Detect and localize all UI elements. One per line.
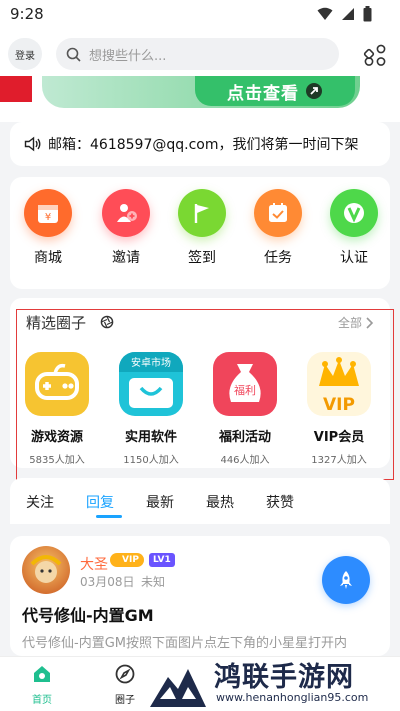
status-bar: 9:28 [0,0,400,30]
shortcut-checkin[interactable]: 签到 [172,189,232,267]
wifi-icon [317,7,333,20]
highlight-annotation-box [16,309,394,480]
home-icon [34,666,50,682]
author-name[interactable]: 大圣 [80,554,108,574]
tab-following[interactable]: 关注 [26,492,54,512]
shortcut-label: 商城 [34,250,62,266]
shortcut-label: 邀请 [112,250,140,266]
shortcut-verify[interactable]: 认证 [324,189,384,267]
shortcut-store[interactable]: ¥ 商城 [18,189,78,267]
search-placeholder: 想搜些什么... [89,48,167,64]
apps-icon[interactable] [362,42,388,68]
nav-circles[interactable]: 圈子 [105,663,145,706]
rocket-icon [340,571,352,589]
promo-banner[interactable]: 点击查看 [0,76,400,122]
status-time: 9:28 [10,5,44,23]
store-icon: ¥ [24,189,72,237]
site-watermark: 鸿联手游网 www.henanhonglian95.com [148,651,400,711]
verify-icon [330,189,378,237]
nav-label: 首页 [32,695,52,706]
banner-cta[interactable]: 点击查看 [195,76,355,106]
active-tab-indicator [96,515,122,518]
search-header: 登录 想搜些什么... [0,30,400,76]
search-input[interactable]: 想搜些什么... [56,38,339,70]
search-icon [66,47,81,62]
shortcut-label: 任务 [264,250,292,266]
signal-icon [342,8,354,20]
post-location: 未知 [141,575,166,589]
invite-icon [102,189,150,237]
post-excerpt: 代号修仙-内置GM按照下面图片点左下角的小星星打开内 [22,636,347,651]
post-title[interactable]: 代号修仙-内置GM [22,602,154,626]
battery-icon [363,6,372,22]
flag-icon [178,189,226,237]
svg-text:¥: ¥ [45,212,51,223]
arrow-right-icon [306,83,322,99]
tab-liked[interactable]: 获赞 [266,492,294,512]
watermark-url: www.henanhonglian95.com [216,691,369,704]
banner-text: 点击查看 [227,83,299,104]
tab-hottest[interactable]: 最热 [206,492,234,512]
login-button[interactable]: 登录 [8,38,42,70]
speaker-icon [24,136,41,152]
notice-text: 邮箱：4618597@qq.com，我们将第一时间下架 [48,137,359,153]
notice-bar[interactable]: 邮箱：4618597@qq.com，我们将第一时间下架 [10,122,390,166]
banner-side-image [0,76,32,102]
shortcut-tasks[interactable]: 任务 [248,189,308,267]
feed-tabs: 关注 回复 最新 最热 获赞 [10,478,390,524]
watermark-logo-icon [150,669,206,707]
nav-home[interactable]: 首页 [22,663,62,706]
shortcut-label: 认证 [340,250,368,266]
level-badge: LV1 [149,553,175,567]
shortcut-grid: ¥ 商城 邀请 签到 任务 认证 [10,177,390,289]
tab-replies[interactable]: 回复 [86,492,114,512]
post-date: 03月08日 [80,575,135,589]
shortcut-label: 签到 [188,250,216,266]
rocket-button[interactable] [322,556,370,604]
watermark-title: 鸿联手游网 [214,662,354,693]
tab-latest[interactable]: 最新 [146,492,174,512]
status-icons [317,6,372,22]
nav-label: 圈子 [115,695,135,706]
post-card[interactable]: 大圣 VIP LV1 03月08日 未知 代号修仙-内置GM 代号修仙-内置GM… [10,536,390,656]
task-icon [254,189,302,237]
shortcut-invite[interactable]: 邀请 [96,189,156,267]
vip-badge: VIP [110,553,144,567]
compass-icon [115,664,135,684]
avatar[interactable] [22,546,70,594]
